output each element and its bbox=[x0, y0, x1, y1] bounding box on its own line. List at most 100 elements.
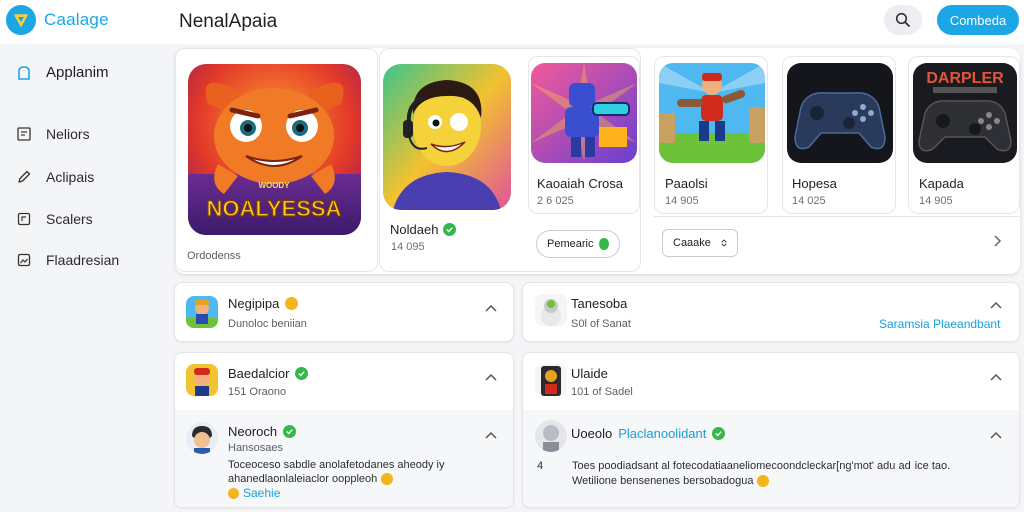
verified-icon bbox=[295, 367, 309, 380]
avatar bbox=[186, 364, 218, 396]
list-item-sub: Dunoloc beniian bbox=[228, 318, 307, 330]
frame-icon bbox=[17, 212, 31, 226]
chevron-up-icon[interactable] bbox=[484, 303, 498, 313]
avatar bbox=[186, 296, 218, 328]
list-card[interactable] bbox=[522, 282, 1020, 342]
chevron-updown-icon bbox=[721, 239, 727, 247]
page-title: NenalApaia bbox=[179, 11, 278, 32]
item-title-text: Baedalcior bbox=[228, 366, 290, 381]
post-body-line-1: Toceoceso sabdle anolafetodanes aheody i… bbox=[228, 459, 445, 471]
list-item-title: Tanesoba bbox=[571, 296, 627, 311]
list-item-title: Neoroch bbox=[228, 424, 297, 439]
sidebar-item-flaadresian[interactable]: Flaadresian bbox=[16, 252, 119, 268]
tile-title: Kaoaiah Crosa bbox=[537, 176, 623, 191]
item-title-link[interactable]: Placlanoolidant bbox=[618, 426, 706, 441]
verified-icon bbox=[283, 425, 297, 438]
avatar bbox=[535, 294, 567, 326]
top-bar: Caalage NenalApaia Combeda bbox=[0, 0, 1024, 44]
pill-label: Pemearic bbox=[547, 238, 594, 250]
sidebar: Applanim Neliors Aclipais Scalers Flaadr… bbox=[0, 44, 168, 512]
list-item-sub: 151 Oraono bbox=[228, 386, 287, 398]
tile-title: Paaolsi bbox=[665, 176, 708, 191]
tile-art-title: DARPLER bbox=[926, 70, 1004, 87]
chevron-up-icon[interactable] bbox=[484, 430, 498, 440]
list-item-sub: S0l of Sanat bbox=[571, 318, 631, 330]
sidebar-item-label: Scalers bbox=[46, 211, 93, 227]
item-title-text: Neoroch bbox=[228, 424, 278, 439]
item-title-text: Uoeolo bbox=[571, 426, 613, 441]
avatar bbox=[535, 364, 567, 396]
emoji-icon bbox=[757, 475, 770, 487]
post-marker: 4 bbox=[537, 460, 544, 472]
sidebar-item-label: Neliors bbox=[46, 126, 90, 142]
mid-app-art[interactable] bbox=[383, 64, 511, 210]
sidebar-item-neliors[interactable]: Neliors bbox=[16, 126, 90, 142]
search-button[interactable] bbox=[884, 5, 922, 35]
tile-art-robot[interactable] bbox=[531, 63, 637, 163]
tile-art-dark-controller[interactable]: DARPLER bbox=[913, 63, 1017, 163]
sidebar-item-applanim[interactable]: Applanim bbox=[16, 64, 109, 81]
emoji-icon bbox=[381, 473, 394, 485]
chevron-right-icon[interactable] bbox=[992, 235, 1002, 247]
post-body-line-1-text: Toes poodiadsant al fotecodatiaaneliomec… bbox=[572, 460, 911, 472]
hero-caption: Ordodenss bbox=[187, 250, 241, 262]
post-body-line-2-text: ahanedlaonlaleiaclor ooppleoh bbox=[228, 473, 378, 485]
brand[interactable]: Caalage bbox=[6, 5, 109, 35]
sort-dropdown[interactable]: Caaake bbox=[662, 229, 738, 257]
post-body-line-2-text: Wetilione bensenenes bersobadogua bbox=[572, 475, 754, 487]
tile-title: Hopesa bbox=[792, 176, 837, 191]
list-item-sub: 101 of Sadel bbox=[571, 386, 633, 398]
list-item-title: Uoeolo Placlanoolidant bbox=[571, 426, 726, 441]
green-coin-icon bbox=[599, 238, 609, 250]
hero-art-logo-text: NOALYESSA bbox=[207, 196, 342, 221]
sidebar-item-label: Flaadresian bbox=[46, 252, 120, 268]
list-item-title: Ulaide bbox=[571, 366, 608, 381]
list-item-title: Baedalcior bbox=[228, 366, 309, 381]
chevron-up-icon[interactable] bbox=[989, 372, 1003, 382]
sidebar-item-label: Applanim bbox=[46, 64, 109, 81]
post-body-line-1: Toes poodiadsant al fotecodatiaaneliomec… bbox=[572, 459, 950, 473]
hero-game-art[interactable]: WOODY NOALYESSA bbox=[188, 64, 361, 235]
pemearic-button[interactable]: Pemearic bbox=[536, 230, 620, 258]
featured-app-name: Noldaeh bbox=[390, 222, 457, 237]
chevron-up-icon[interactable] bbox=[989, 300, 1003, 310]
pen-icon bbox=[18, 170, 31, 183]
chevron-up-icon[interactable] bbox=[989, 430, 1003, 440]
hero-art-subtext: WOODY bbox=[258, 181, 290, 190]
avatar bbox=[535, 420, 567, 452]
chevron-up-icon[interactable] bbox=[484, 372, 498, 382]
sidebar-item-scalers[interactable]: Scalers bbox=[16, 211, 93, 227]
post-body-trailing: ice tao. bbox=[914, 460, 951, 472]
post-body-line-2: ahanedlaonlaleiaclor ooppleoh bbox=[228, 472, 394, 486]
item-title-text: Negipipa bbox=[228, 296, 280, 311]
tile-title: Kapada bbox=[919, 176, 964, 191]
coin-icon bbox=[228, 487, 239, 499]
list-item-sub: Hansosaes bbox=[228, 442, 284, 454]
tile-meta: 14 905 bbox=[919, 195, 953, 207]
item-title-text: Ulaide bbox=[571, 366, 608, 381]
reply-link-text: Saehie bbox=[243, 486, 281, 500]
tile-meta: 14 025 bbox=[792, 195, 826, 207]
tile-meta: 2 6 025 bbox=[537, 195, 574, 207]
home-icon bbox=[18, 65, 30, 80]
verified-icon bbox=[443, 223, 457, 236]
app-window: Caalage NenalApaia Combeda Applanim Neli… bbox=[0, 0, 1024, 512]
tile-art-controller[interactable] bbox=[787, 63, 893, 163]
avatar bbox=[186, 422, 218, 454]
card-link[interactable]: Saramsia Plaeandbant bbox=[879, 317, 1000, 331]
dropdown-label: Caaake bbox=[673, 237, 711, 249]
reply-link[interactable]: Saehie bbox=[228, 486, 280, 500]
brand-name: Caalage bbox=[44, 10, 109, 29]
featured-app-title: Noldaeh bbox=[390, 222, 439, 237]
featured-app-meta: 14 095 bbox=[391, 241, 425, 253]
warning-icon bbox=[285, 297, 299, 310]
list-card[interactable] bbox=[174, 282, 514, 342]
post-body-line-2: Wetilione bensenenes bersobadogua bbox=[572, 474, 770, 488]
list-item-title: Negipipa bbox=[228, 296, 299, 311]
list-icon bbox=[17, 127, 31, 141]
sidebar-item-aclipais[interactable]: Aclipais bbox=[16, 169, 94, 185]
tile-meta: 14 905 bbox=[665, 195, 699, 207]
tile-art-runner[interactable] bbox=[659, 63, 765, 163]
primary-action-button[interactable]: Combeda bbox=[937, 5, 1019, 35]
item-title-text: Tanesoba bbox=[571, 296, 628, 311]
